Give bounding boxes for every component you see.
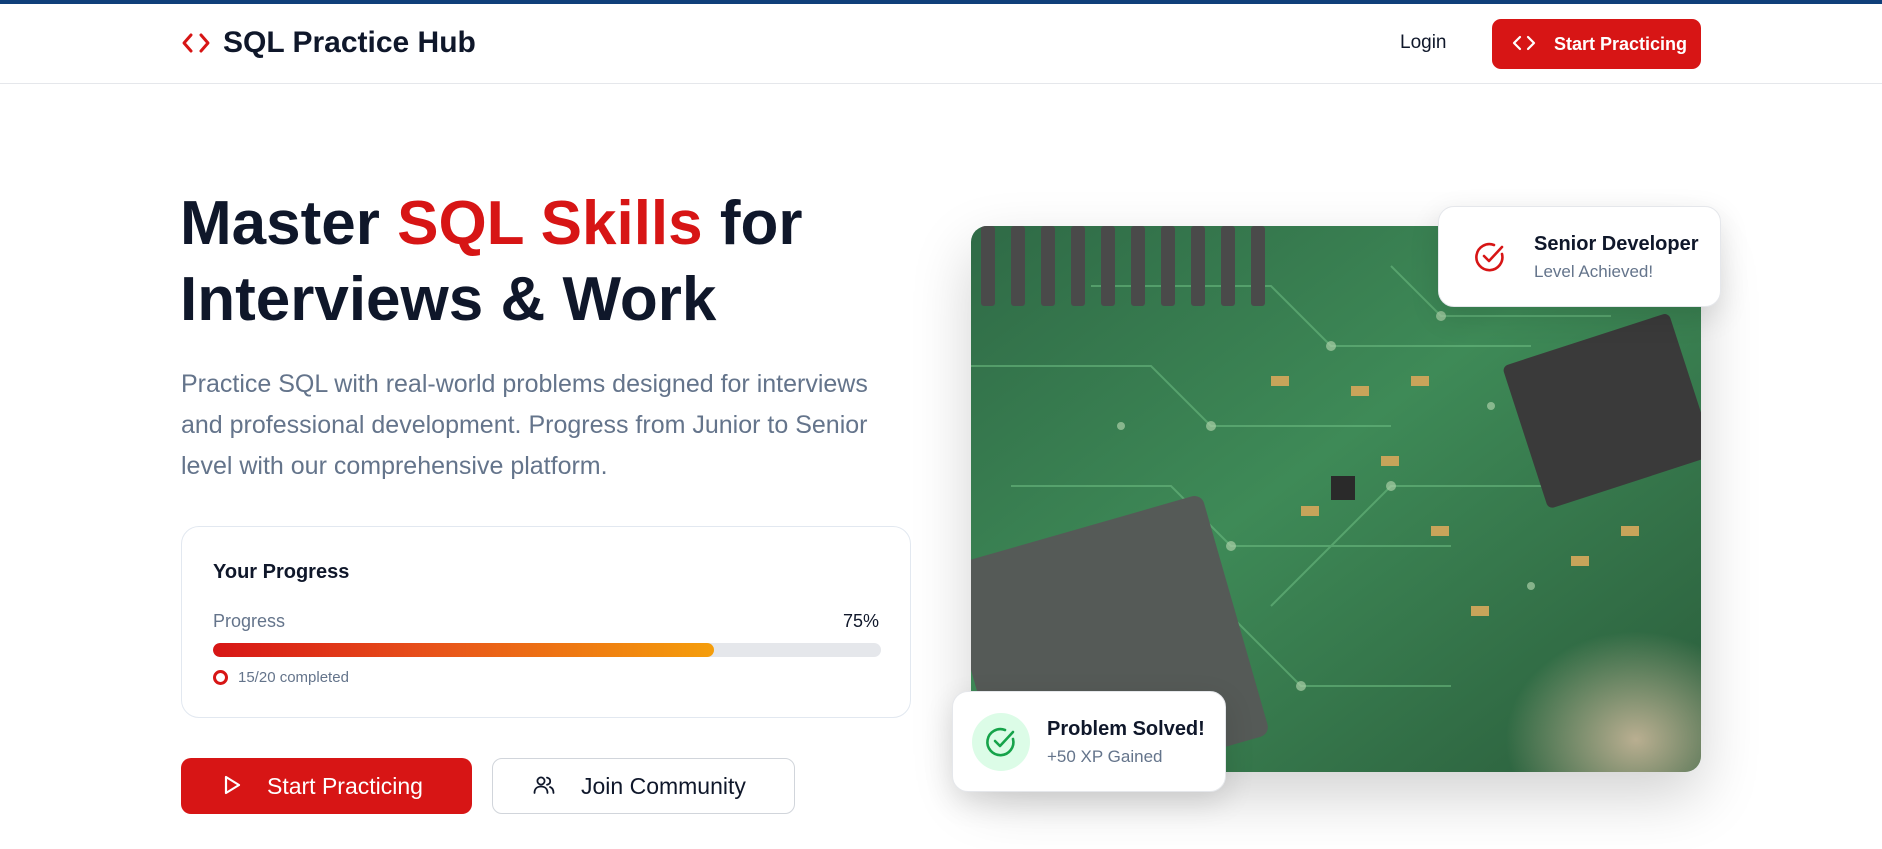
problem-solved-badge: Problem Solved! +50 XP Gained — [952, 691, 1226, 792]
brand-logo[interactable]: SQL Practice Hub — [181, 26, 476, 60]
senior-developer-badge: Senior Developer Level Achieved! — [1438, 206, 1721, 307]
hero-title-line2: Interviews & Work — [180, 265, 717, 334]
hero-title: Master SQL Skills for Interviews & Work — [180, 186, 940, 338]
hero-title-part1: Master — [180, 189, 398, 258]
play-icon — [223, 775, 241, 798]
progress-bar-fill — [213, 643, 714, 657]
check-circle-icon — [972, 713, 1030, 771]
badge-subtitle: +50 XP Gained — [1047, 747, 1163, 766]
check-circle-icon — [1461, 228, 1519, 286]
users-icon — [533, 775, 555, 798]
header-cta-label: Start Practicing — [1554, 33, 1688, 54]
code-brackets-icon — [181, 31, 211, 55]
hero-title-part2: for — [702, 189, 803, 258]
progress-bar-track — [213, 643, 881, 657]
progress-label: Progress — [213, 611, 286, 631]
progress-status: 15/20 completed — [213, 669, 349, 686]
circle-dot-icon — [213, 670, 228, 685]
login-link[interactable]: Login — [1400, 32, 1447, 54]
progress-card: Your Progress Progress 75% 15/20 complet… — [181, 526, 911, 718]
progress-card-title: Your Progress — [213, 561, 350, 583]
site-header: SQL Practice Hub Login Start Practicing — [0, 4, 1882, 84]
start-practicing-button[interactable]: Start Practicing — [181, 758, 472, 814]
badge-title: Senior Developer — [1534, 233, 1699, 255]
code-brackets-icon — [1512, 34, 1536, 55]
join-community-button[interactable]: Join Community — [492, 758, 795, 814]
header-start-practicing-button[interactable]: Start Practicing — [1492, 19, 1701, 69]
brand-name: SQL Practice Hub — [223, 26, 476, 59]
badge-title: Problem Solved! — [1047, 718, 1205, 740]
join-community-label: Join Community — [581, 772, 746, 799]
badge-subtitle: Level Achieved! — [1534, 262, 1654, 281]
hero-description: Practice SQL with real-world problems de… — [181, 370, 868, 480]
hero-title-accent: SQL Skills — [397, 189, 703, 258]
start-practicing-label: Start Practicing — [267, 772, 423, 799]
progress-status-text: 15/20 completed — [238, 669, 349, 686]
progress-percent: 75% — [842, 611, 879, 631]
